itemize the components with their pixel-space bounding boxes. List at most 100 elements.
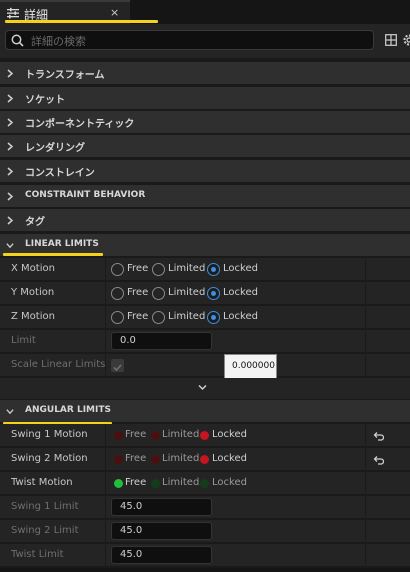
free-label: Free: [125, 477, 147, 488]
y-motion-locked-radio[interactable]: [207, 287, 220, 300]
swing2-limit-label: Swing 2 Limit: [11, 525, 79, 536]
scale-linear-limits-row: Scale Linear Limits: [0, 354, 410, 377]
reset-arrow-icon[interactable]: [373, 430, 384, 441]
chevron-right-icon: [7, 167, 14, 176]
z-motion-row: Z Motion Free Limited Locked: [0, 306, 410, 329]
locked-label: Locked: [223, 287, 258, 298]
z-motion-limited-radio[interactable]: [152, 311, 165, 324]
search-placeholder: 詳細の検索: [31, 35, 86, 48]
section-title: レンダリング: [25, 143, 85, 154]
section-constraint[interactable]: コンストレイン: [0, 160, 410, 183]
search-input[interactable]: 詳細の検索: [5, 30, 374, 50]
search-icon: [11, 34, 24, 47]
limited-label: Limited: [168, 263, 206, 274]
limited-label: Limited: [162, 453, 200, 464]
tooltip-text: 0.000000: [232, 361, 275, 371]
z-motion-locked-radio[interactable]: [207, 311, 220, 324]
x-motion-label: X Motion: [11, 263, 55, 274]
swing2-motion-label: Swing 2 Motion: [11, 453, 88, 464]
twist-limit-value: 45.0: [120, 549, 143, 560]
locked-label: Locked: [212, 453, 247, 464]
locked-label: Locked: [212, 477, 247, 488]
swing2-limit-input[interactable]: 45.0: [111, 522, 212, 540]
y-motion-free-radio[interactable]: [111, 287, 124, 300]
section-transform[interactable]: トランスフォーム: [0, 62, 410, 85]
limit-row: Limit 0.0: [0, 330, 410, 353]
grid-icon[interactable]: [385, 34, 397, 46]
swing2-motion-row: Swing 2 Motion Free Limited Locked: [0, 448, 410, 471]
twist-motion-label: Twist Motion: [11, 477, 73, 488]
swing1-free-radio[interactable]: [114, 431, 123, 440]
checkmark-icon: [113, 364, 122, 372]
locked-label: Locked: [223, 263, 258, 274]
section-title: CONSTRAINT BEHAVIOR: [25, 190, 146, 200]
section-component-tick[interactable]: コンポーネントティック: [0, 111, 410, 134]
chevron-right-icon: [7, 142, 14, 151]
section-rendering[interactable]: レンダリング: [0, 135, 410, 158]
free-label: Free: [127, 311, 149, 322]
chevron-right-icon: [7, 69, 14, 78]
swing1-limited-radio[interactable]: [151, 431, 160, 440]
horizontal-scrollbar[interactable]: [0, 568, 410, 572]
advanced-expander[interactable]: [0, 378, 410, 399]
twist-limited-radio[interactable]: [151, 479, 160, 488]
limit-input[interactable]: 0.0: [111, 332, 212, 350]
swing2-free-radio[interactable]: [114, 455, 123, 464]
section-title: コンストレイン: [25, 168, 95, 179]
x-motion-free-radio[interactable]: [111, 263, 124, 276]
x-motion-locked-radio[interactable]: [207, 263, 220, 276]
x-motion-row: X Motion Free Limited Locked: [0, 258, 410, 281]
limit-label: Limit: [11, 335, 36, 346]
limited-label: Limited: [168, 311, 206, 322]
swing1-limit-label: Swing 1 Limit: [11, 501, 79, 512]
swing2-limited-radio[interactable]: [151, 455, 160, 464]
chevron-right-icon: [7, 118, 14, 127]
section-constraint-behavior[interactable]: CONSTRAINT BEHAVIOR: [0, 185, 410, 208]
section-socket[interactable]: ソケット: [0, 87, 410, 110]
section-angular-limits[interactable]: ANGULAR LIMITS: [0, 400, 410, 423]
chevron-right-icon: [7, 216, 14, 225]
chevron-down-icon: [198, 384, 207, 391]
swing1-limit-value: 45.0: [120, 501, 143, 512]
z-motion-label: Z Motion: [11, 311, 55, 322]
locked-label: Locked: [212, 429, 247, 440]
free-label: Free: [125, 453, 147, 464]
swing1-locked-radio[interactable]: [200, 431, 209, 440]
y-motion-row: Y Motion Free Limited Locked: [0, 282, 410, 305]
chevron-down-icon: [6, 409, 14, 415]
y-motion-limited-radio[interactable]: [152, 287, 165, 300]
x-motion-limited-radio[interactable]: [152, 263, 165, 276]
section-tags[interactable]: タグ: [0, 209, 410, 232]
close-icon[interactable]: ×: [110, 6, 119, 19]
swing1-motion-label: Swing 1 Motion: [11, 429, 88, 440]
free-label: Free: [125, 429, 147, 440]
section-title: LINEAR LIMITS: [25, 239, 99, 249]
section-title: コンポーネントティック: [25, 119, 135, 130]
twist-limit-row: Twist Limit 45.0: [0, 544, 410, 567]
swing1-limit-input[interactable]: 45.0: [111, 498, 212, 516]
scale-linear-limits-checkbox[interactable]: [111, 359, 124, 372]
limited-label: Limited: [162, 429, 200, 440]
twist-motion-row: Twist Motion Free Limited Locked: [0, 472, 410, 495]
swing1-limit-row: Swing 1 Limit 45.0: [0, 496, 410, 519]
details-icon: [7, 7, 19, 19]
swing2-limit-value: 45.0: [120, 525, 143, 536]
locked-label: Locked: [223, 311, 258, 322]
swing2-locked-radio[interactable]: [200, 455, 209, 464]
chevron-right-icon: [7, 192, 14, 201]
z-motion-free-radio[interactable]: [111, 311, 124, 324]
limited-label: Limited: [162, 477, 200, 488]
gear-icon[interactable]: [402, 33, 410, 47]
twist-limit-input[interactable]: 45.0: [111, 546, 212, 564]
free-label: Free: [127, 263, 149, 274]
twist-limit-label: Twist Limit: [11, 549, 64, 560]
reset-arrow-icon[interactable]: [373, 454, 384, 465]
chevron-right-icon: [7, 94, 14, 103]
section-title: タグ: [25, 217, 45, 228]
chevron-down-icon: [6, 243, 14, 249]
swing2-limit-row: Swing 2 Limit 45.0: [0, 520, 410, 543]
free-label: Free: [127, 287, 149, 298]
value-tooltip: 0.000000: [224, 354, 277, 379]
twist-locked-radio[interactable]: [200, 479, 209, 488]
twist-free-radio[interactable]: [114, 479, 123, 488]
